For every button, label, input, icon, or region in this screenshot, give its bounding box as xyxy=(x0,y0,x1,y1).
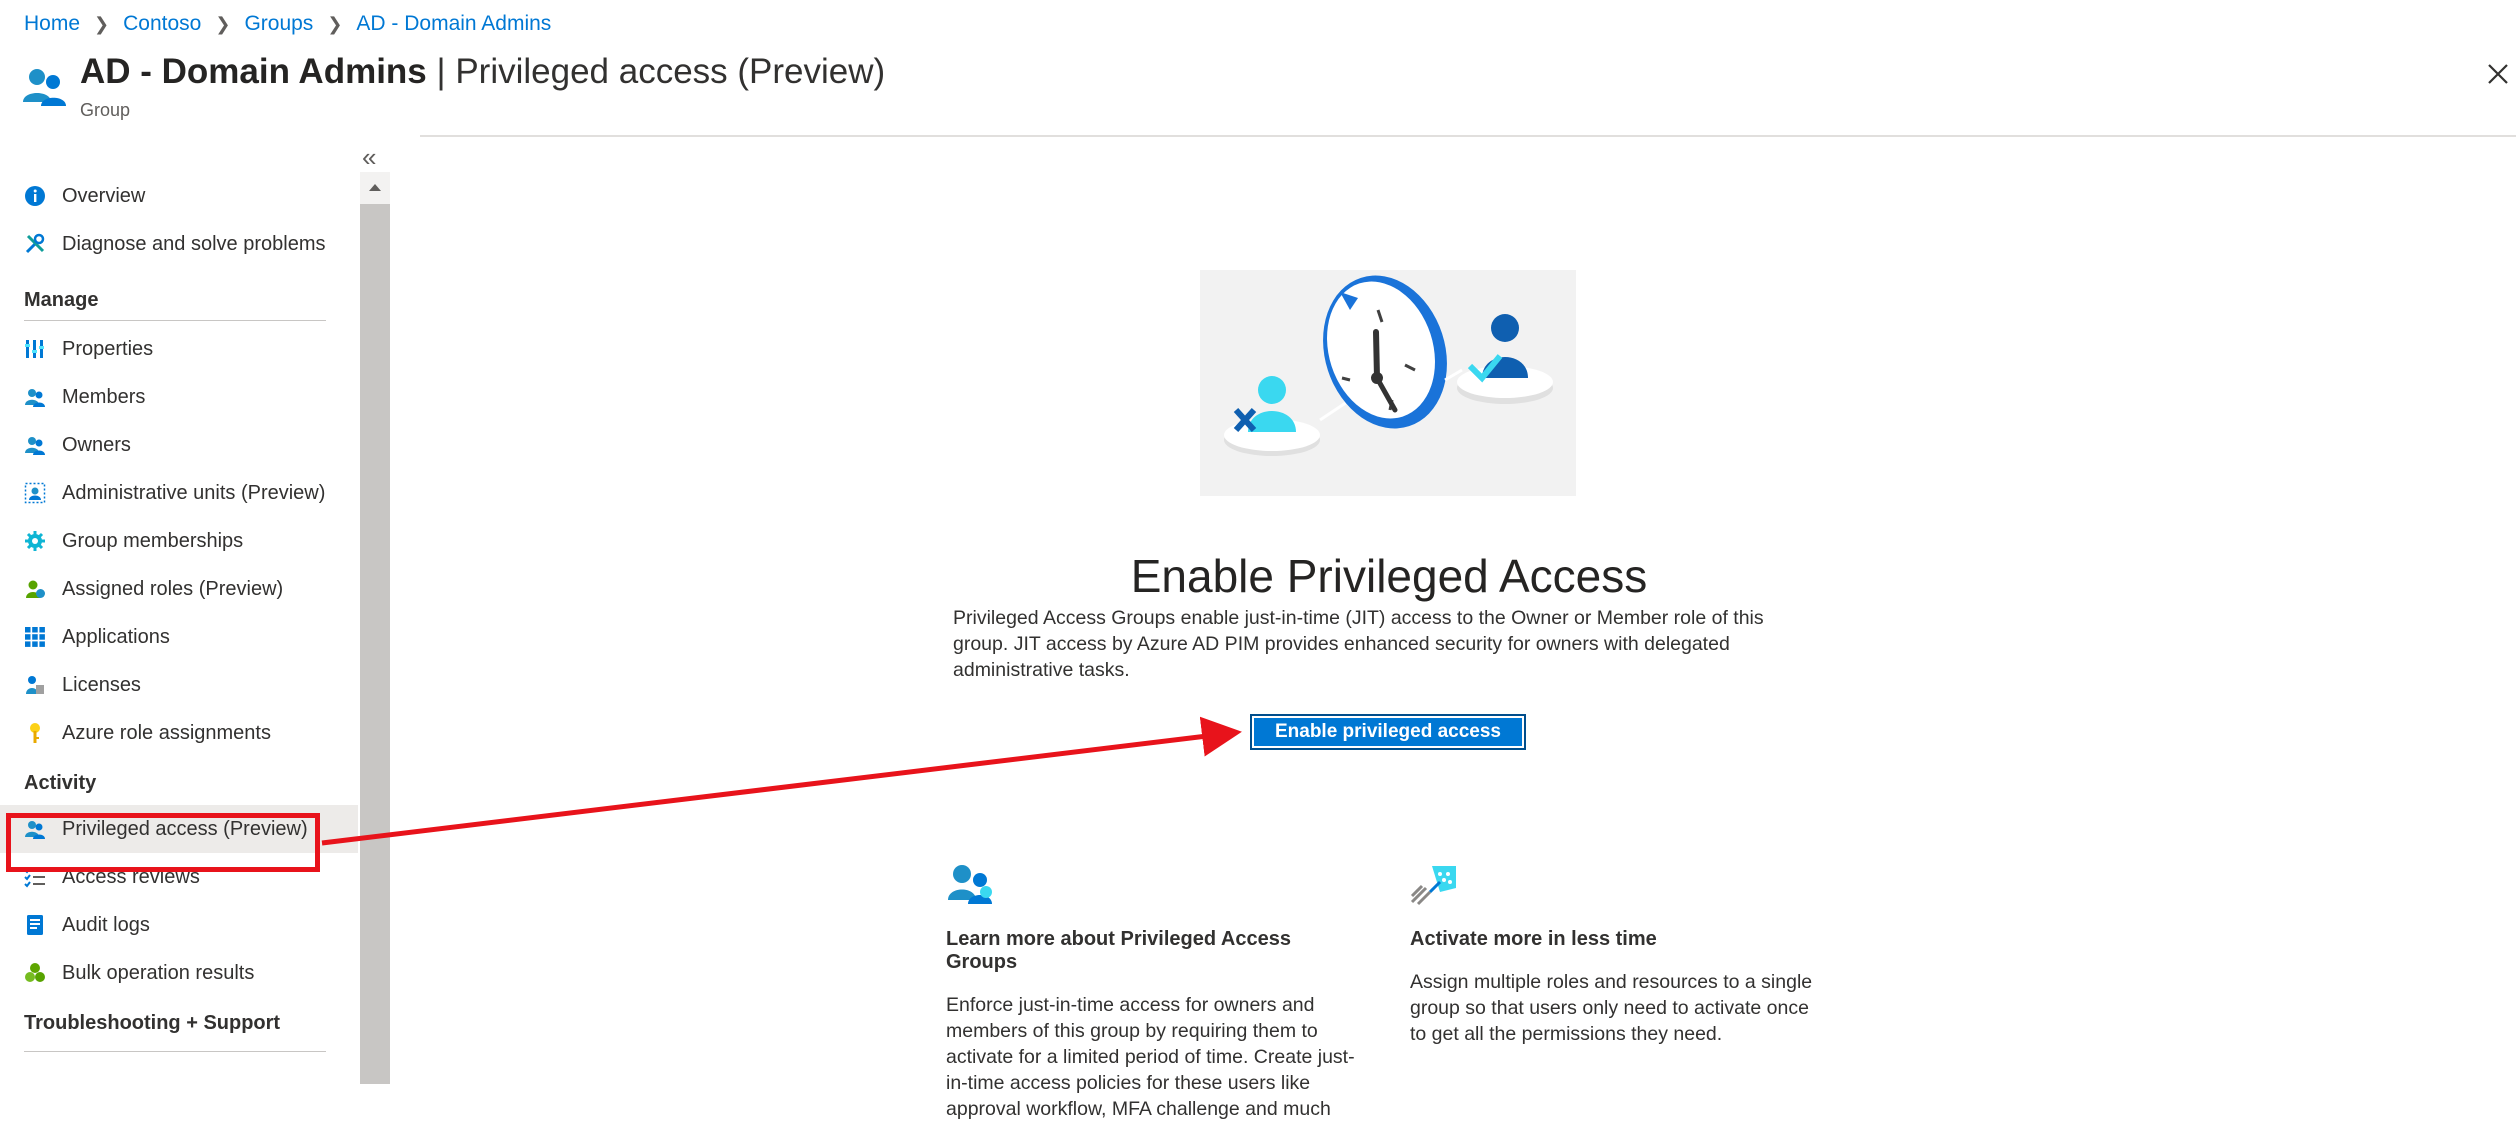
applications-icon xyxy=(24,626,46,648)
sidebar-item-azure-role-assignments[interactable]: Azure role assignments xyxy=(0,709,358,757)
sidebar-item-label: Group memberships xyxy=(62,529,244,552)
bulk-results-icon xyxy=(24,962,46,984)
breadcrumb-groups[interactable]: Groups xyxy=(244,12,313,36)
page-title-group: AD - Domain Admins xyxy=(80,52,427,91)
page-title-blade: | Privileged access (Preview) xyxy=(426,52,886,91)
sidebar-item-label: Licenses xyxy=(62,673,141,696)
owners-icon xyxy=(24,434,46,456)
info-icon xyxy=(24,185,46,207)
privileged-groups-icon xyxy=(946,862,996,906)
chevron-right-icon: ❯ xyxy=(215,13,231,34)
card-title: Learn more about Privileged Access Group… xyxy=(946,928,1291,973)
sidebar-item-label: Assigned roles (Preview) xyxy=(62,577,284,600)
sidebar-item-label: Audit logs xyxy=(62,913,150,936)
card-body: Enforce just-in-time access for owners a… xyxy=(946,994,1355,1120)
enable-privileged-access-button[interactable]: Enable privileged access xyxy=(1250,714,1526,750)
sidebar-item-licenses[interactable]: Licenses xyxy=(0,661,358,709)
sidebar-item-group-memberships[interactable]: Group memberships xyxy=(0,517,358,565)
sidebar-item-audit-logs[interactable]: Audit logs xyxy=(0,901,358,949)
card-body: Assign multiple roles and resources to a… xyxy=(1410,971,1813,1045)
audit-log-icon xyxy=(24,914,46,936)
privileged-access-illustration xyxy=(1200,270,1576,496)
admin-units-icon xyxy=(24,482,46,504)
assigned-roles-icon xyxy=(24,578,46,600)
key-icon xyxy=(24,722,46,744)
page-subtitle: Group xyxy=(80,100,131,120)
sidebar-scrollbar[interactable] xyxy=(360,172,390,1084)
sidebar-item-access-reviews[interactable]: Access reviews xyxy=(0,853,358,901)
sidebar-item-label: Bulk operation results xyxy=(62,961,255,984)
rocket-icon xyxy=(1410,862,1460,906)
sidebar-item-label: Overview xyxy=(62,184,146,207)
header-divider xyxy=(420,135,2516,137)
card-learn-more: Learn more about Privileged Access Group… xyxy=(946,862,1366,1122)
sidebar-item-label: Properties xyxy=(62,337,154,360)
divider xyxy=(24,320,326,321)
sidebar-nav: Overview Diagnose and solve problems Man… xyxy=(0,172,358,1052)
group-icon xyxy=(23,69,66,106)
sidebar-item-members[interactable]: Members xyxy=(0,373,358,421)
sidebar-item-label: Administrative units (Preview) xyxy=(62,481,326,504)
sidebar-item-label: Azure role assignments xyxy=(62,721,271,744)
main-heading: Enable Privileged Access xyxy=(1130,549,1648,602)
sidebar-item-assigned-roles[interactable]: Assigned roles (Preview) xyxy=(0,565,358,613)
breadcrumb: Home ❯ Contoso ❯ Groups ❯ AD - Domain Ad… xyxy=(24,12,551,36)
sidebar-item-label: Privileged access (Preview) xyxy=(62,817,308,840)
sidebar-item-label: Owners xyxy=(62,433,131,456)
privileged-access-icon xyxy=(24,818,46,840)
section-heading-manage: Manage xyxy=(24,289,99,311)
sidebar-item-diagnose[interactable]: Diagnose and solve problems xyxy=(0,220,358,268)
section-heading-activity: Activity xyxy=(24,772,97,794)
card-activate-more: Activate more in less time Assign multip… xyxy=(1410,862,1830,1047)
sidebar-item-label: Access reviews xyxy=(62,865,200,888)
sidebar-item-administrative-units[interactable]: Administrative units (Preview) xyxy=(0,469,358,517)
sidebar-item-label: Members xyxy=(62,385,146,408)
divider xyxy=(24,1051,326,1052)
chevron-right-icon: ❯ xyxy=(94,13,110,34)
members-icon xyxy=(24,386,46,408)
breadcrumb-contoso[interactable]: Contoso xyxy=(123,12,201,36)
sidebar-item-label: Applications xyxy=(62,625,170,648)
sidebar-item-privileged-access[interactable]: Privileged access (Preview) xyxy=(0,805,358,853)
sidebar-item-owners[interactable]: Owners xyxy=(0,421,358,469)
breadcrumb-home[interactable]: Home xyxy=(24,12,80,36)
close-icon[interactable] xyxy=(2484,60,2512,88)
scroll-thumb[interactable] xyxy=(360,204,390,1084)
gear-icon xyxy=(24,530,46,552)
sidebar-item-properties[interactable]: Properties xyxy=(0,325,358,373)
sidebar-item-bulk-operation-results[interactable]: Bulk operation results xyxy=(0,949,358,997)
collapse-sidebar-icon[interactable]: « xyxy=(362,142,376,173)
sidebar-item-label: Diagnose and solve problems xyxy=(62,232,326,255)
chevron-right-icon: ❯ xyxy=(327,13,343,34)
card-title: Activate more in less time xyxy=(1410,928,1657,950)
properties-icon xyxy=(24,338,46,360)
wrench-icon xyxy=(24,233,46,255)
scroll-up-icon[interactable] xyxy=(360,172,390,202)
main-description: Privileged Access Groups enable just-in-… xyxy=(953,607,1764,681)
sidebar-item-applications[interactable]: Applications xyxy=(0,613,358,661)
section-heading-troubleshooting: Troubleshooting + Support xyxy=(24,1012,281,1034)
licenses-icon xyxy=(24,674,46,696)
sidebar-item-overview[interactable]: Overview xyxy=(0,172,358,220)
checklist-icon xyxy=(24,866,46,888)
page-title: AD - Domain Admins | Privileged access (… xyxy=(80,52,885,92)
breadcrumb-group[interactable]: AD - Domain Admins xyxy=(356,12,551,36)
